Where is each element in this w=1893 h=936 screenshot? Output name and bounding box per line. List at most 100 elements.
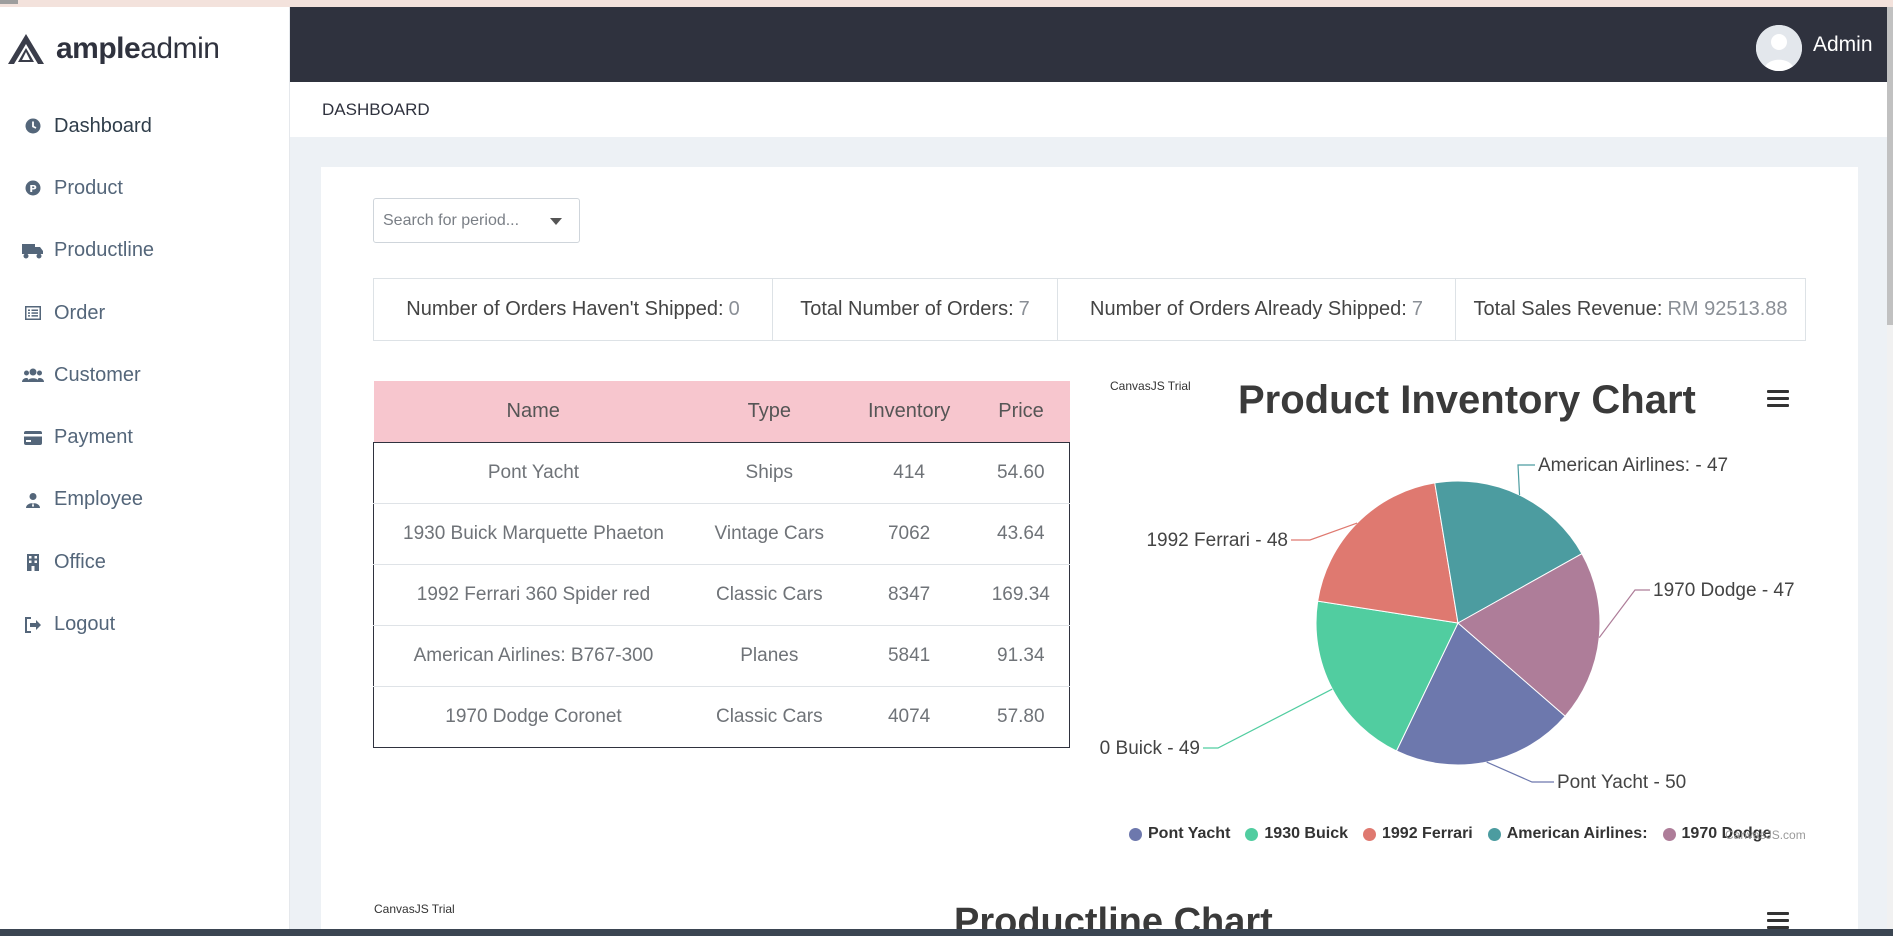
legend-item[interactable]: Pont Yacht [1129, 825, 1230, 843]
bottom-edge [0, 929, 1893, 936]
cell-type: Planes [692, 624, 846, 686]
cell-type: Classic Cars [692, 563, 846, 625]
cell-name: 1992 Ferrari 360 Spider red [373, 563, 693, 625]
brand-name: ampleadmin [56, 32, 220, 65]
sidebar-item-office[interactable]: Office [0, 531, 289, 593]
legend-label: 1930 Buick [1264, 825, 1348, 842]
credit-card-icon [22, 428, 44, 448]
stat-not-shipped: Number of Orders Haven't Shipped: 0 [374, 279, 773, 340]
building-icon [22, 552, 44, 572]
product-table: Name Type Inventory Price Pont Yacht Shi… [373, 381, 1070, 748]
chart-title-2: Productline Chart [954, 901, 1273, 929]
sidebar-item-customer[interactable]: Customer [0, 344, 289, 406]
clock-icon [22, 116, 44, 136]
sidebar-item-label: Office [54, 550, 106, 573]
cell-price: 57.80 [972, 685, 1070, 747]
table-row: 1970 Dodge Coronet Classic Cars 4074 57.… [373, 685, 1070, 747]
breadcrumb-bar: DASHBOARD [290, 82, 1893, 137]
pie-slice-label: Pont Yacht - 50 [1557, 772, 1686, 793]
chart-menu-icon[interactable] [1767, 390, 1789, 408]
sidebar-item-productline[interactable]: Productline [0, 220, 289, 282]
pie-slice-label: 1930 Buick - 49 [1100, 738, 1200, 759]
column-header-inventory[interactable]: Inventory [845, 381, 973, 442]
period-search-placeholder: Search for period... [383, 212, 520, 229]
sidebar-item-label: Productline [54, 239, 155, 262]
table-row: 1992 Ferrari 360 Spider red Classic Cars… [373, 563, 1070, 625]
truck-icon [22, 241, 44, 261]
cell-type: Vintage Cars [692, 502, 846, 564]
legend-marker [1662, 827, 1676, 841]
legend-item[interactable]: 1992 Ferrari [1363, 825, 1473, 843]
product-p-icon: P [22, 178, 44, 198]
cell-inventory: 414 [845, 441, 973, 503]
sidebar-item-payment[interactable]: Payment [0, 406, 289, 468]
table-row: American Airlines: B767-300 Planes 5841 … [373, 624, 1070, 686]
sidebar-item-product[interactable]: P Product [0, 157, 289, 219]
cell-name: 1930 Buick Marquette Phaeton [373, 502, 693, 564]
pie-slice-label: 1992 Ferrari - 48 [1146, 530, 1288, 551]
top-strip [0, 0, 1893, 7]
pie-label-connector [1517, 464, 1535, 496]
chart-watermark: CanvasJS.com [1725, 828, 1806, 842]
legend-item[interactable]: 1930 Buick [1245, 825, 1348, 843]
sidebar-item-label: Customer [54, 363, 141, 386]
top-navbar: Admin [290, 7, 1893, 82]
page-title: DASHBOARD [322, 100, 430, 119]
logo[interactable]: ampleadmin [6, 29, 220, 69]
chart-legend: Pont Yacht 1930 Buick 1992 Ferrari American… [1129, 825, 1786, 843]
sidebar-item-label: Dashboard [54, 114, 152, 137]
chart-menu-icon-2[interactable] [1767, 912, 1789, 929]
cell-type: Classic Cars [692, 685, 846, 747]
users-icon [22, 365, 44, 385]
stat-shipped: Number of Orders Already Shipped: 7 [1058, 279, 1456, 340]
cell-name: Pont Yacht [373, 441, 693, 503]
sidebar-nav: Dashboard P Product Productline Order Cu… [0, 95, 289, 656]
cell-inventory: 5841 [845, 624, 973, 686]
legend-marker [1487, 827, 1501, 841]
table-header-row: Name Type Inventory Price [373, 381, 1070, 442]
cell-price: 54.60 [972, 441, 1070, 503]
logo-mark-icon [8, 34, 44, 64]
cell-inventory: 7062 [845, 502, 973, 564]
cell-inventory: 4074 [845, 685, 973, 747]
stats-row: Number of Orders Haven't Shipped: 0 Total… [373, 278, 1806, 341]
sidebar-item-logout[interactable]: Logout [0, 593, 289, 655]
pie-slice[interactable] [1317, 482, 1459, 624]
chevron-down-icon [550, 218, 562, 225]
legend-label: American Airlines: [1506, 825, 1648, 842]
legend-label: Pont Yacht [1148, 825, 1231, 842]
sidebar-item-employee[interactable]: Employee [0, 469, 289, 531]
svg-text:P: P [29, 184, 36, 195]
page-scrollbar[interactable] [1887, 7, 1893, 929]
pie-slice-label: 1970 Dodge - 47 [1653, 580, 1795, 601]
pie-slice-label: American Airlines: - 47 [1538, 455, 1728, 476]
stat-total-orders: Total Number of Orders: 7 [773, 279, 1058, 340]
column-header-name[interactable]: Name [373, 381, 693, 442]
table-row: 1930 Buick Marquette Phaeton Vintage Car… [373, 502, 1070, 564]
legend-item[interactable]: American Airlines: [1487, 825, 1648, 843]
column-header-price[interactable]: Price [972, 381, 1070, 442]
legend-marker [1129, 827, 1142, 841]
user-avatar[interactable] [1756, 25, 1802, 71]
user-name[interactable]: Admin [1813, 33, 1873, 57]
cell-type: Ships [692, 441, 846, 503]
sidebar-item-order[interactable]: Order [0, 282, 289, 344]
scrollbar-thumb[interactable] [1887, 7, 1893, 325]
pie-chart: Pont Yacht - 50 1930 Buick - 49 1992 Ferra… [1100, 455, 1795, 793]
table-row: Pont Yacht Ships 414 54.60 [373, 441, 1070, 503]
legend-label: 1992 Ferrari [1382, 825, 1473, 842]
cell-name: American Airlines: B767-300 [373, 624, 693, 686]
chart-trial-label: CanvasJS Trial [1110, 379, 1191, 393]
legend-marker [1363, 827, 1376, 841]
pie-label-connector [1203, 688, 1333, 749]
sidebar-item-label: Employee [54, 488, 143, 511]
period-search-select[interactable]: Search for period... [373, 198, 580, 243]
column-header-type[interactable]: Type [692, 381, 846, 442]
sidebar-item-label: Product [54, 176, 123, 199]
legend-marker [1245, 827, 1259, 841]
cell-price: 91.34 [972, 624, 1070, 686]
sidebar-item-label: Payment [54, 426, 133, 449]
chart-trial-label-2: CanvasJS Trial [374, 902, 455, 916]
sidebar-item-dashboard[interactable]: Dashboard [0, 95, 289, 157]
stat-revenue: Total Sales Revenue: RM 92513.88 [1473, 298, 1788, 320]
